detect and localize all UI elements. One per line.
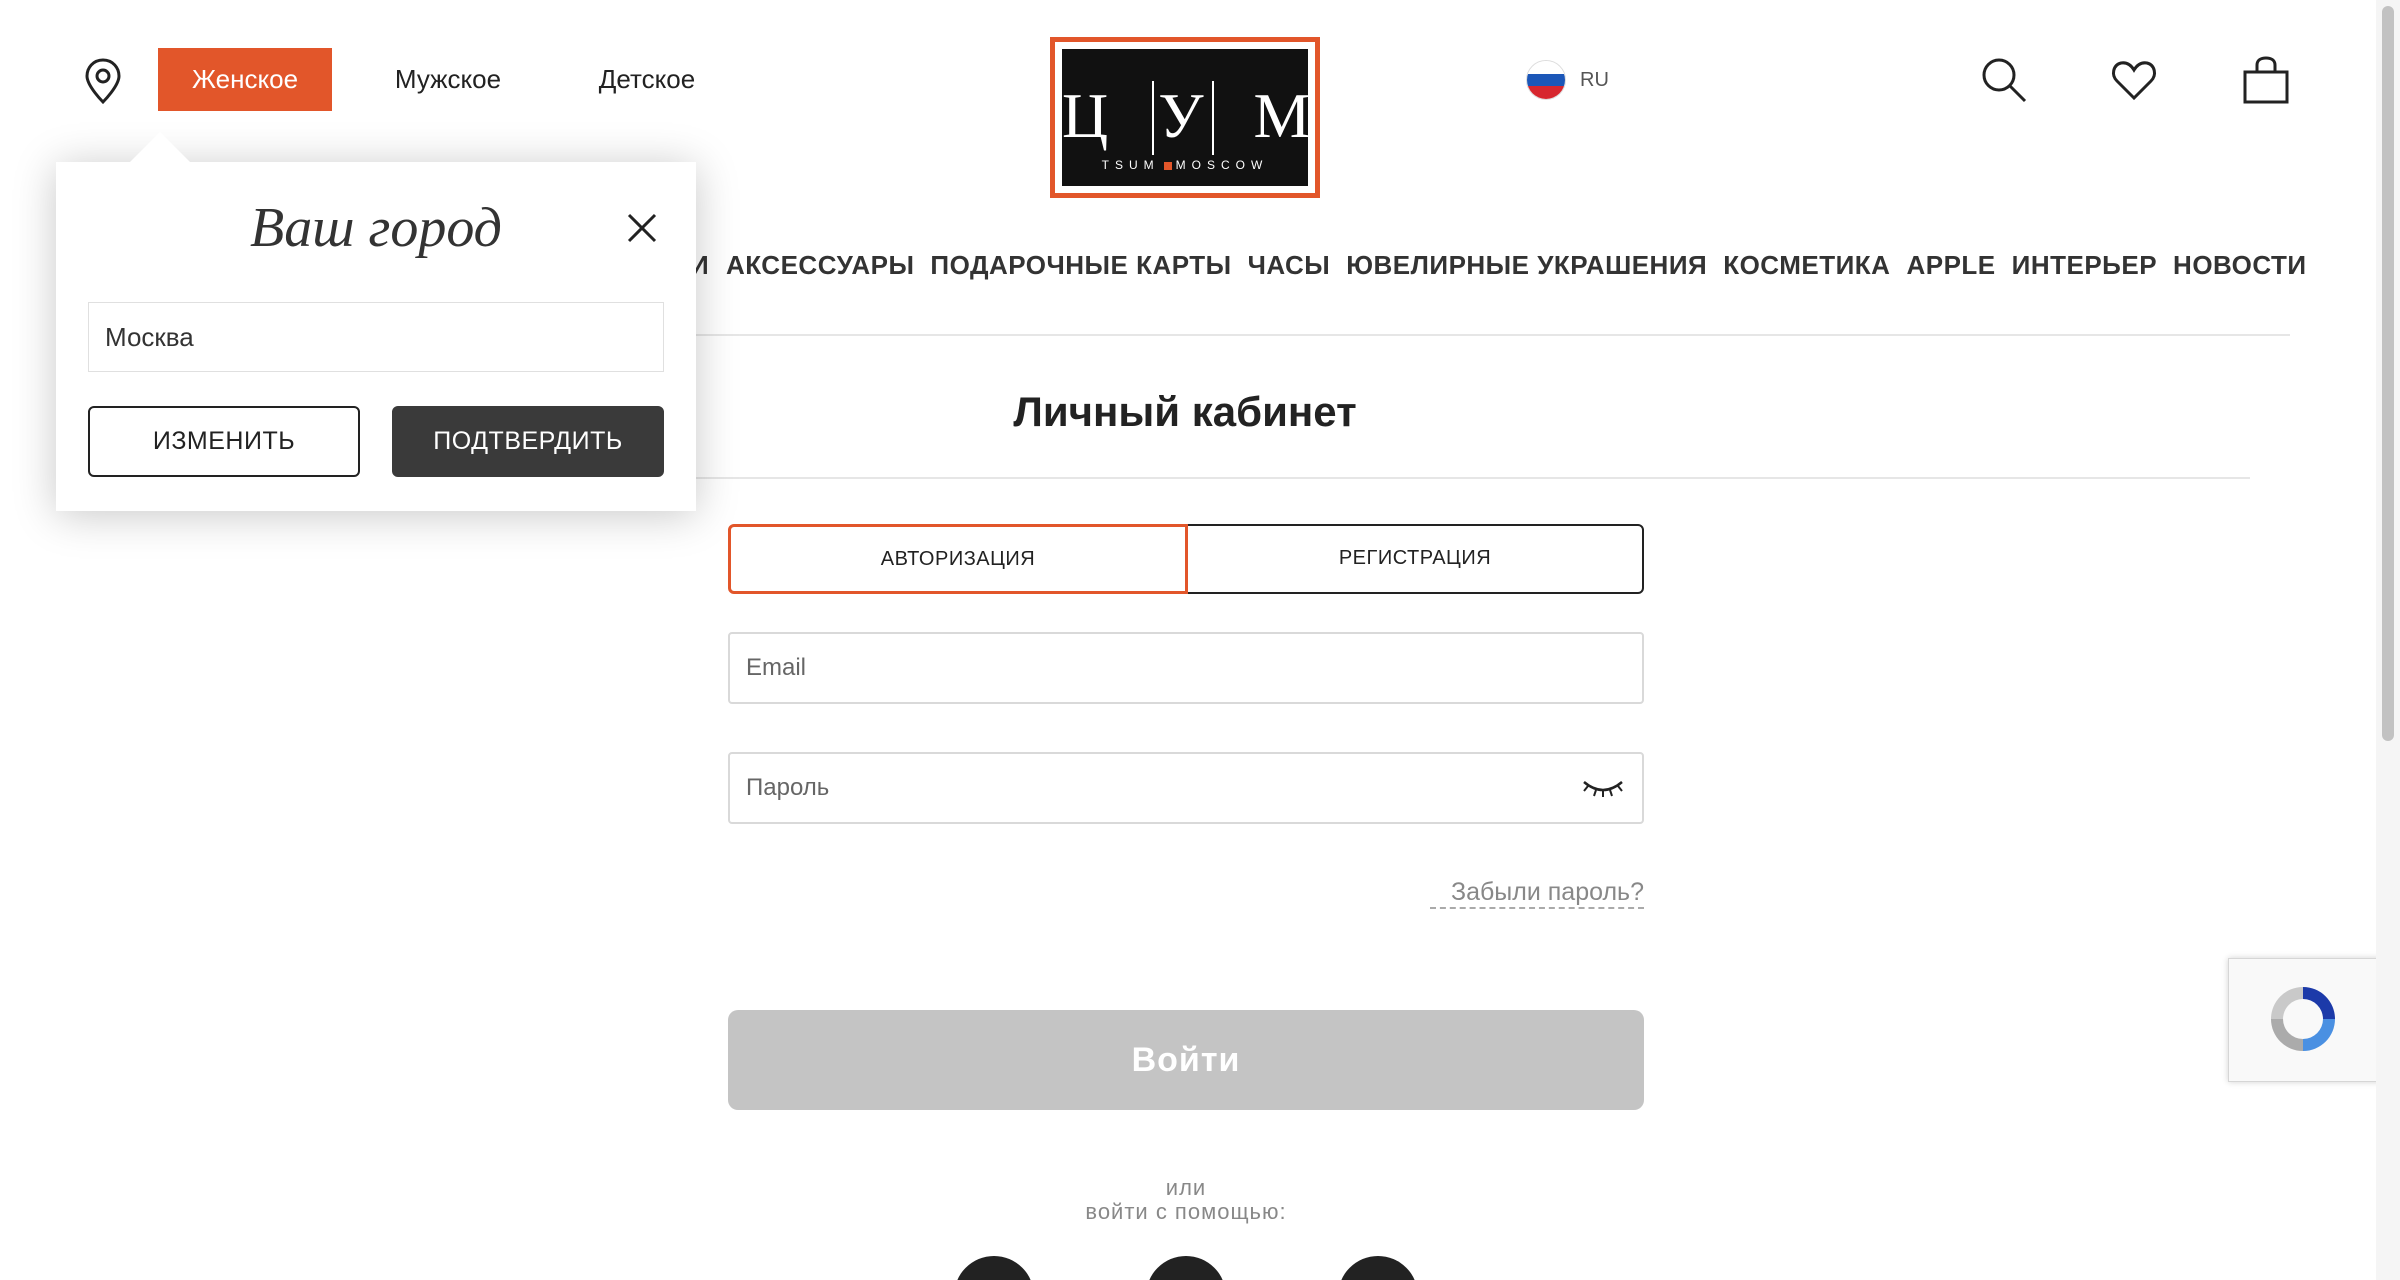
tab-registration[interactable]: РЕГИСТРАЦИЯ bbox=[1186, 524, 1644, 594]
password-field[interactable] bbox=[728, 752, 1644, 824]
tsum-logo[interactable]: Ц У М TSUM MOSCOW bbox=[1050, 37, 1320, 198]
social-login-button[interactable] bbox=[1338, 1256, 1418, 1280]
main-navigation: И АКСЕССУАРЫ ПОДАРОЧНЫЕ КАРТЫ ЧАСЫ ЮВЕЛИ… bbox=[690, 250, 2323, 281]
close-icon[interactable] bbox=[626, 212, 658, 244]
language-switcher[interactable]: RU bbox=[1526, 60, 1609, 100]
nav-item-accessories[interactable]: АКСЕССУАРЫ bbox=[726, 250, 914, 281]
shopping-bag-icon[interactable] bbox=[2242, 56, 2290, 104]
page-title: Личный кабинет bbox=[1013, 388, 1357, 435]
confirm-city-button[interactable]: ПОДТВЕРДИТЬ bbox=[392, 406, 664, 477]
logo-letters: Ц У М bbox=[1062, 80, 1317, 151]
social-login-button[interactable] bbox=[1146, 1256, 1226, 1280]
login-with-label: войти с помощью: bbox=[1085, 1199, 1287, 1224]
russia-flag-icon bbox=[1526, 60, 1566, 100]
nav-item-gift-cards[interactable]: ПОДАРОЧНЫЕ КАРТЫ bbox=[930, 250, 1231, 281]
nav-item-watches[interactable]: ЧАСЫ bbox=[1248, 250, 1331, 281]
tab-women[interactable]: Женское bbox=[158, 48, 332, 111]
logo-subtitle: TSUM MOSCOW bbox=[1062, 158, 1308, 172]
tab-men[interactable]: Мужское bbox=[372, 48, 524, 111]
login-button[interactable]: Войти bbox=[728, 1010, 1644, 1110]
logo-divider bbox=[1212, 81, 1214, 155]
title-divider bbox=[690, 477, 2250, 479]
language-label: RU bbox=[1580, 68, 1609, 91]
logo-sub-left: TSUM bbox=[1101, 158, 1160, 172]
logo-divider bbox=[1152, 81, 1154, 155]
password-input[interactable] bbox=[746, 774, 1580, 802]
tab-kids[interactable]: Детское bbox=[574, 48, 720, 111]
eye-closed-icon[interactable] bbox=[1580, 776, 1626, 800]
heart-icon[interactable] bbox=[2110, 56, 2158, 104]
nav-item-news[interactable]: НОВОСТИ bbox=[2173, 250, 2307, 281]
scrollbar-thumb[interactable] bbox=[2382, 6, 2394, 741]
email-input[interactable] bbox=[746, 654, 1626, 682]
nav-divider bbox=[690, 334, 2290, 336]
page-scrollbar[interactable] bbox=[2376, 0, 2400, 1280]
location-pin-icon[interactable] bbox=[84, 58, 122, 104]
popup-title: Ваш город bbox=[250, 197, 502, 259]
forgot-password-link[interactable]: Забыли пароль? bbox=[1430, 878, 1644, 909]
search-icon[interactable] bbox=[1980, 56, 2028, 104]
logo-inner: Ц У М TSUM MOSCOW bbox=[1062, 49, 1317, 186]
tab-authorization[interactable]: АВТОРИЗАЦИЯ bbox=[728, 524, 1188, 594]
auth-tabs: АВТОРИЗАЦИЯ РЕГИСТРАЦИЯ bbox=[728, 524, 1644, 594]
logo-sub-right: MOSCOW bbox=[1175, 158, 1269, 172]
nav-item-interior[interactable]: ИНТЕРЬЕР bbox=[2012, 250, 2157, 281]
alternative-login-text: или войти с помощью: bbox=[728, 1176, 1644, 1224]
email-field[interactable] bbox=[728, 632, 1644, 704]
city-field[interactable] bbox=[88, 302, 664, 372]
or-label: или bbox=[1165, 1175, 1207, 1200]
change-city-button[interactable]: ИЗМЕНИТЬ bbox=[88, 406, 360, 477]
recaptcha-icon bbox=[2271, 987, 2335, 1051]
city-popup: Ваш город ИЗМЕНИТЬ ПОДТВЕРДИТЬ bbox=[56, 132, 696, 511]
nav-item-cosmetics[interactable]: КОСМЕТИКА bbox=[1723, 250, 1890, 281]
recaptcha-badge[interactable] bbox=[2228, 958, 2400, 1082]
popup-arrow bbox=[130, 132, 190, 162]
nav-item-apple[interactable]: APPLE bbox=[1906, 250, 1995, 281]
nav-item-jewelry[interactable]: ЮВЕЛИРНЫЕ УКРАШЕНИЯ bbox=[1346, 250, 1707, 281]
city-input[interactable] bbox=[105, 321, 647, 353]
facebook-login-button[interactable] bbox=[954, 1256, 1034, 1280]
